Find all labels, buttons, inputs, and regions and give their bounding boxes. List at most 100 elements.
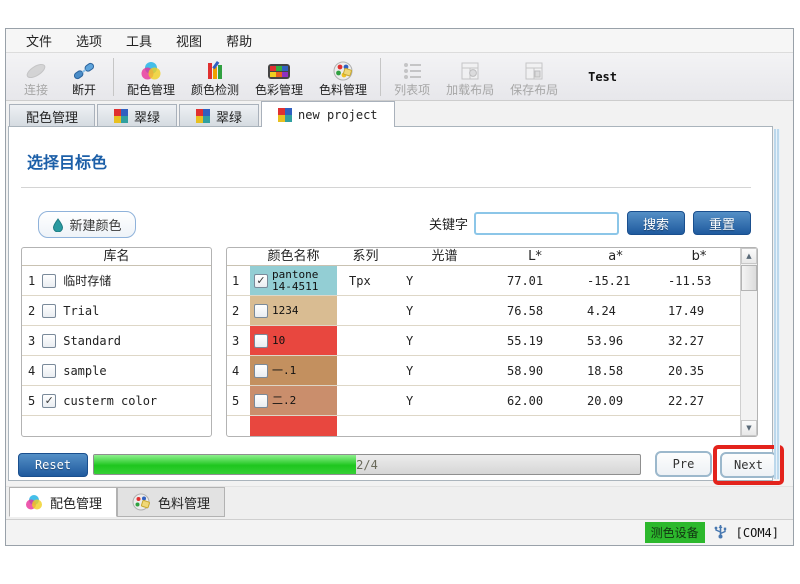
keyword-input[interactable]: [474, 212, 619, 235]
menu-view[interactable]: 视图: [166, 29, 216, 52]
library-row[interactable]: 2 Trial: [22, 296, 211, 326]
color-row[interactable]: 2 1234 Y 76.58 4.24 17.49: [227, 296, 740, 326]
library-name: Standard: [63, 334, 121, 348]
disconnect-button[interactable]: 断开: [60, 55, 108, 99]
toolbar-separator: [113, 58, 114, 96]
color-swatch: [250, 416, 337, 437]
library-row[interactable]: 5 custerm color: [22, 386, 211, 416]
b-value: -11.53: [656, 266, 742, 295]
library-name: Trial: [63, 304, 99, 318]
menu-help[interactable]: 帮助: [216, 29, 266, 52]
toolbar-button-label: 色料管理: [319, 83, 367, 98]
search-button[interactable]: 搜索: [627, 211, 685, 235]
connect-button[interactable]: 连接: [12, 55, 60, 99]
project-tab-bar: 配色管理 翠绿 翠绿 new project: [6, 101, 793, 127]
load-layout-button[interactable]: 加载布局: [438, 55, 502, 99]
usb-icon: [713, 523, 728, 543]
color-detect-button[interactable]: 颜色检测: [183, 55, 247, 99]
library-checkbox[interactable]: [42, 364, 56, 378]
disconnect-icon: [72, 59, 96, 83]
color-swatch: 1234: [250, 296, 337, 325]
tab-emerald-2[interactable]: 翠绿: [179, 104, 259, 127]
list-icon: [400, 59, 424, 83]
table-scrollbar[interactable]: ▲ ▼: [740, 248, 757, 436]
b-value: 22.27: [656, 386, 742, 415]
cmy-circles-icon: [24, 493, 44, 511]
connect-icon: [24, 59, 48, 83]
color-manage-button[interactable]: 色彩管理: [247, 55, 311, 99]
col-L: L*: [495, 248, 575, 265]
b-value: 20.35: [656, 356, 742, 385]
color-checkbox[interactable]: [254, 364, 268, 378]
scrollbar-thumb[interactable]: [741, 265, 757, 291]
list-items-button[interactable]: 列表项: [386, 55, 438, 99]
menu-tools[interactable]: 工具: [116, 29, 166, 52]
color-checkbox[interactable]: [254, 394, 268, 408]
bottom-tab-label: 配色管理: [50, 493, 102, 512]
progress-text: 2/4: [94, 455, 640, 474]
palette-icon: [132, 493, 152, 511]
reset-filter-button[interactable]: 重置: [693, 211, 751, 235]
bottom-tab-label: 色料管理: [158, 493, 210, 512]
library-checkbox[interactable]: [42, 304, 56, 318]
bottom-tab-color-matching[interactable]: 配色管理: [9, 487, 117, 517]
library-row[interactable]: 1 临时存储: [22, 266, 211, 296]
toolbar-button-label: 断开: [72, 83, 96, 98]
tab-new-project[interactable]: new project: [261, 101, 394, 127]
toolbar-button-label: 列表项: [394, 83, 430, 98]
a-value: 4.24: [575, 296, 656, 325]
L-value: 55.19: [495, 326, 575, 355]
color-row[interactable]: 3 10 Y 55.19 53.96 32.27: [227, 326, 740, 356]
scroll-up-icon[interactable]: ▲: [741, 248, 757, 264]
screen: 文件 选项 工具 视图 帮助 连接: [0, 0, 800, 584]
bottom-tab-pigment[interactable]: 色料管理: [117, 487, 225, 517]
color-matching-button[interactable]: 配色管理: [119, 55, 183, 99]
menu-file[interactable]: 文件: [16, 29, 66, 52]
progress-bar: 2/4: [93, 454, 641, 475]
scroll-down-icon[interactable]: ▼: [741, 420, 757, 436]
toolbar-separator: [380, 58, 381, 96]
tab-label: new project: [298, 108, 377, 122]
load-layout-icon: [459, 59, 481, 83]
save-layout-button[interactable]: 保存布局: [502, 55, 566, 99]
L-value: 58.90: [495, 356, 575, 385]
a-value: 20.09: [575, 386, 656, 415]
library-row[interactable]: 4 sample: [22, 356, 211, 386]
tab-label: 翠绿: [134, 107, 160, 126]
library-checkbox[interactable]: [42, 274, 56, 288]
spectrum-value: Y: [394, 296, 495, 325]
library-name: 临时存储: [63, 272, 111, 289]
series-value: [337, 326, 394, 355]
color-checkbox[interactable]: [254, 334, 268, 348]
library-row[interactable]: 3 Standard: [22, 326, 211, 356]
tab-color-matching[interactable]: 配色管理: [9, 104, 95, 127]
pre-button[interactable]: Pre: [655, 451, 712, 477]
color-checkbox[interactable]: [254, 304, 268, 318]
library-name: custerm color: [63, 394, 157, 408]
row-number: 3: [227, 326, 250, 355]
color-row[interactable]: 5 二.2 Y 62.00 20.09 22.27: [227, 386, 740, 416]
tab-emerald-1[interactable]: 翠绿: [97, 104, 177, 127]
reset-button[interactable]: Reset: [18, 453, 88, 477]
project-icon: [278, 108, 293, 122]
color-row[interactable]: 1 pantone 14-4511 Tpx Y 77.01 -15.21 -11…: [227, 266, 740, 296]
col-spectrum: 光谱: [394, 248, 495, 265]
tab-label: 翠绿: [216, 107, 242, 126]
spectrum-value: Y: [394, 266, 495, 295]
test-label: Test: [588, 70, 617, 84]
color-name: 二.2: [272, 395, 296, 407]
next-button[interactable]: Next: [720, 452, 777, 478]
toolbar-button-label: 加载布局: [446, 83, 494, 98]
pigment-manage-button[interactable]: 色料管理: [311, 55, 375, 99]
color-row[interactable]: 4 一.1 Y 58.90 18.58 20.35: [227, 356, 740, 386]
library-checkbox[interactable]: [42, 334, 56, 348]
menu-options[interactable]: 选项: [66, 29, 116, 52]
a-value: 18.58: [575, 356, 656, 385]
color-checkbox[interactable]: [254, 274, 268, 288]
library-checkbox[interactable]: [42, 394, 56, 408]
bottom-tab-bar: 配色管理 色料管理: [6, 486, 793, 519]
series-value: [337, 296, 394, 325]
tab-label: 配色管理: [26, 107, 78, 126]
color-swatch: pantone 14-4511: [250, 266, 337, 295]
new-color-button[interactable]: 新建颜色: [38, 211, 136, 238]
